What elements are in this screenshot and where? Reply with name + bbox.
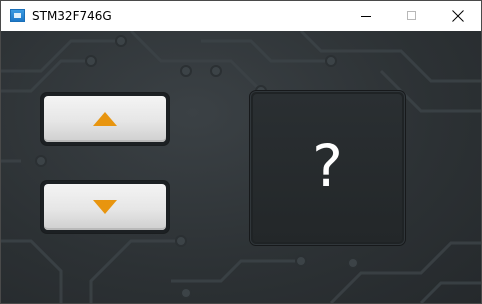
- increment-button[interactable]: [41, 93, 169, 145]
- circuit-background: [1, 31, 481, 303]
- title-bar[interactable]: STM32F746G: [1, 1, 481, 31]
- maximize-button[interactable]: [389, 1, 435, 31]
- app-icon: [10, 9, 25, 22]
- minimize-button[interactable]: [343, 1, 389, 31]
- minimize-icon: [361, 16, 371, 17]
- down-triangle-icon: [93, 200, 117, 214]
- app-canvas: ?: [1, 31, 481, 303]
- close-button[interactable]: [435, 1, 481, 31]
- app-window: STM32F746G ?: [0, 0, 482, 304]
- display-value: ?: [312, 132, 343, 200]
- maximize-icon: [407, 11, 416, 20]
- increment-button-face[interactable]: [44, 96, 166, 142]
- value-display: ?: [250, 91, 405, 245]
- window-title: STM32F746G: [32, 9, 112, 23]
- close-icon: [452, 10, 464, 22]
- decrement-button-face[interactable]: [44, 184, 166, 230]
- up-triangle-icon: [93, 112, 117, 126]
- decrement-button[interactable]: [41, 181, 169, 233]
